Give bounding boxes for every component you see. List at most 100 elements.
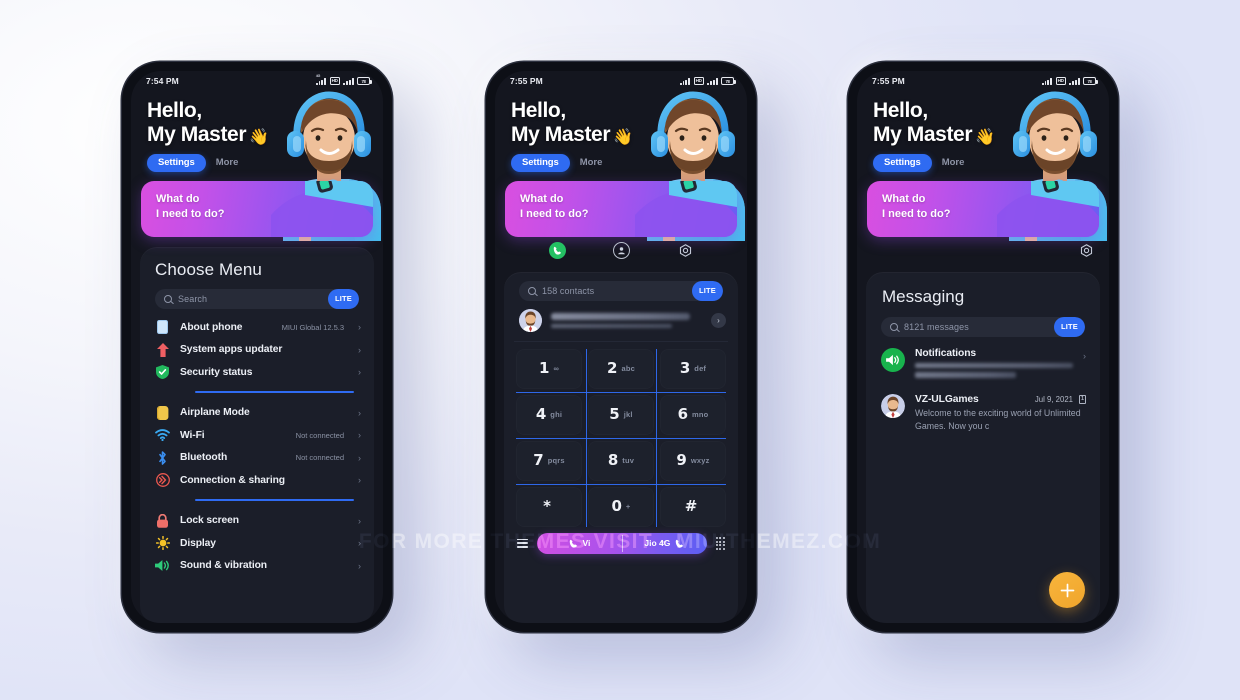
message-header: Notifications	[915, 348, 1073, 359]
search-input[interactable]: Search LITE	[155, 288, 359, 309]
settings-item-bluetooth[interactable]: Bluetooth Not connected ›	[140, 446, 374, 469]
message-list-item[interactable]: VZ-ULGames Jul 9, 2021 1 Welcome to the …	[866, 378, 1100, 433]
hero-tabs: Settings More	[147, 153, 383, 172]
sim-call-bar: Vi Jio 4G	[537, 532, 707, 554]
tab-more[interactable]: More	[216, 157, 239, 168]
key-sub: def	[694, 364, 707, 374]
settings-item-sound-vibration[interactable]: Sound & vibration ›	[140, 554, 374, 577]
sim2-call-button[interactable]: Jio 4G	[622, 533, 707, 554]
lite-badge[interactable]: LITE	[691, 280, 723, 301]
wifi-icon	[155, 428, 170, 443]
hamburger-icon[interactable]	[517, 538, 528, 549]
dialpad-key-4[interactable]: 4 ghi	[516, 394, 582, 435]
screen-messaging: 7:55 PM HD 78 Hello, My Master 👋 Setting…	[857, 71, 1109, 623]
chevron-right-icon: ›	[358, 452, 361, 463]
dialpad-key-hash[interactable]: #	[660, 486, 726, 527]
lite-badge[interactable]: LITE	[327, 288, 359, 309]
contacts-tab[interactable]	[612, 241, 630, 259]
search-icon	[164, 294, 172, 303]
contact-expand-button[interactable]: ›	[711, 312, 726, 328]
dialpad-icon[interactable]	[715, 536, 725, 550]
settings-label: Connection & sharing	[180, 474, 285, 486]
gear-icon	[1080, 243, 1093, 257]
assistant-banner[interactable]: What do I need to do?	[867, 180, 1099, 237]
dialpad-grid: 1 ∞ 2 abc 3 def 4 ghi 5 jkl 6 mno 7 pqrs 8 tuv 9…	[516, 348, 726, 527]
settings-item-connection-sharing[interactable]: Connection & sharing ›	[140, 469, 374, 492]
key-digit: 2	[607, 359, 618, 378]
battery-icon: 78	[1083, 77, 1098, 85]
key-digit: 6	[677, 405, 688, 424]
phone-tab[interactable]	[548, 241, 566, 259]
dialpad-key-7[interactable]: 7 pqrs	[516, 440, 582, 481]
settings-label: Wi-Fi	[180, 429, 205, 441]
contacts-search-input[interactable]: 158 contacts LITE	[519, 280, 723, 301]
settings-item-display[interactable]: Display ›	[140, 532, 374, 555]
tab-settings[interactable]: Settings	[147, 153, 206, 172]
tab-more[interactable]: More	[580, 157, 603, 168]
group-divider	[195, 391, 354, 394]
key-sub: ghi	[550, 410, 563, 420]
key-sub: tuv	[622, 456, 635, 466]
settings-item-system-apps-updater[interactable]: System apps updater ›	[140, 338, 374, 361]
phone-icon	[569, 539, 577, 548]
status-bar: 7:55 PM HD 78	[857, 71, 1109, 91]
hero-tabs: Settings More	[873, 153, 1109, 172]
messages-search-input[interactable]: 8121 messages LITE	[881, 316, 1085, 337]
assistant-banner[interactable]: What do I need to do?	[141, 180, 373, 237]
settings-item-security-status[interactable]: Security status ›	[140, 361, 374, 384]
settings-label: Airplane Mode	[180, 407, 250, 419]
key-digit: 3	[679, 359, 691, 378]
new-message-fab[interactable]	[1049, 572, 1085, 608]
banner-line-1: What do	[882, 192, 926, 205]
settings-item-wifi[interactable]: Wi-Fi Not connected ›	[140, 424, 374, 447]
key-digit: 4	[535, 405, 547, 424]
sim1-label: Vi	[582, 538, 591, 549]
settings-tab[interactable]	[1078, 242, 1095, 259]
dialpad-key-1[interactable]: 1 ∞	[516, 348, 582, 389]
hero-text: Hello, My Master 👋 Settings More	[495, 99, 747, 172]
settings-item-about-phone[interactable]: About phone MIUI Global 12.5.3 ›	[140, 316, 374, 339]
hero-tabs: Settings More	[511, 153, 747, 172]
wave-emoji: 👋	[975, 128, 995, 146]
dialpad-key-0[interactable]: 0 +	[588, 486, 654, 527]
settings-item-lock-screen[interactable]: Lock screen ›	[140, 509, 374, 532]
tab-settings[interactable]: Settings	[511, 153, 570, 172]
hero-greeting: Hello, My Master 👋	[511, 99, 747, 147]
key-digit: #	[684, 497, 698, 516]
key-digit: 9	[676, 451, 687, 470]
chevron-right-icon: ›	[358, 344, 361, 355]
lite-badge[interactable]: LITE	[1053, 316, 1085, 337]
dialpad-key-3[interactable]: 3 def	[660, 348, 726, 389]
plus-icon	[1060, 583, 1074, 597]
sim-badge: 1	[1079, 394, 1086, 404]
dialpad-key-8[interactable]: 8 tuv	[588, 440, 654, 481]
sim1-call-button[interactable]: Vi	[537, 533, 622, 554]
tab-settings[interactable]: Settings	[873, 153, 932, 172]
dialpad-key-6[interactable]: 6 mno	[660, 394, 726, 435]
tab-more[interactable]: More	[942, 157, 965, 168]
message-list-item[interactable]: Notifications ›	[866, 337, 1100, 378]
key-digit: 8	[607, 451, 619, 470]
contact-list-item[interactable]: ›	[504, 301, 738, 341]
banner-text: What do I need to do?	[520, 192, 588, 223]
dialpad-key-2[interactable]: 2 abc	[588, 348, 654, 389]
dialpad-key-5[interactable]: 5 jkl	[588, 394, 654, 435]
status-icons: 4G HD 78	[315, 74, 372, 85]
settings-value: Not connected	[295, 453, 344, 463]
screen-dialer: 7:55 PM HD 78 Hello, My Master 👋 Setting…	[495, 71, 747, 623]
status-time: 7:54 PM	[146, 76, 179, 86]
settings-tab[interactable]	[677, 242, 694, 259]
settings-label: Display	[180, 537, 216, 549]
dialpad-key-star[interactable]: *	[516, 486, 582, 527]
speaker-icon	[881, 347, 905, 372]
signal-icon-2	[707, 77, 718, 85]
dialpad-key-9[interactable]: 9 wxyz	[660, 440, 726, 481]
volte-icon: HD	[329, 77, 340, 85]
shield-check-icon	[155, 365, 170, 380]
message-body: Notifications	[915, 348, 1073, 378]
assistant-banner[interactable]: What do I need to do?	[505, 180, 737, 237]
settings-label: System apps updater	[180, 344, 283, 356]
message-body: VZ-ULGames Jul 9, 2021 1 Welcome to the …	[915, 394, 1086, 433]
settings-item-airplane-mode[interactable]: Airplane Mode ›	[140, 401, 374, 424]
hero-greeting: Hello, My Master 👋	[873, 99, 1109, 147]
